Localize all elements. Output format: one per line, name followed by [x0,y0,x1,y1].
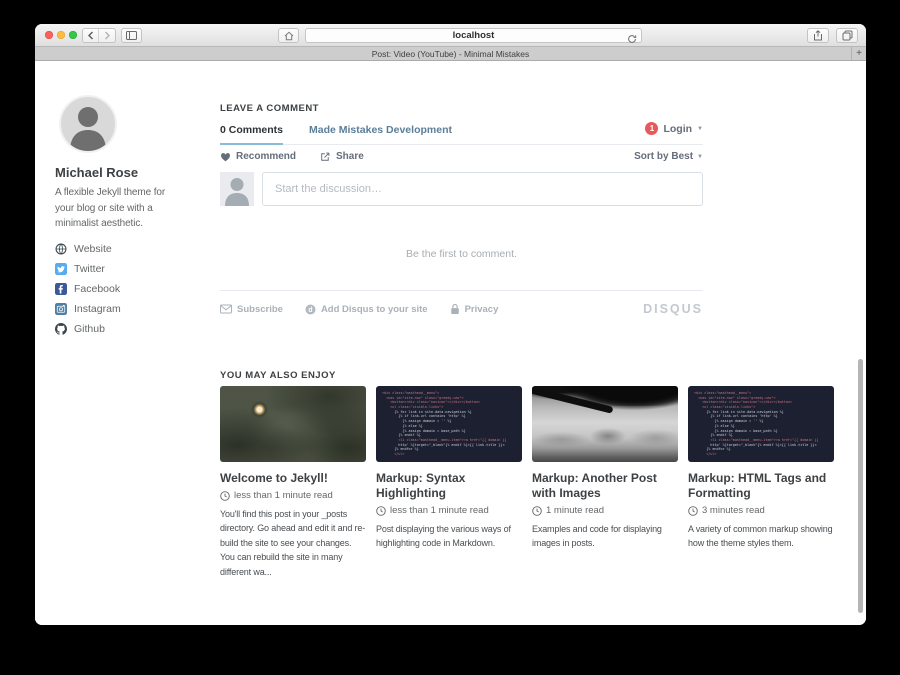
post-title[interactable]: Markup: Syntax Highlighting [376,471,522,501]
zoom-window-button[interactable] [69,31,77,39]
share-arrow-icon [320,151,331,162]
disqus-footer: Subscribe d Add Disqus to your site Priv… [220,302,703,316]
forward-button[interactable] [99,29,115,42]
envelope-icon [220,304,232,314]
share-icon [813,30,823,41]
twitter-icon [55,263,67,275]
post-title[interactable]: Welcome to Jekyll! [220,471,366,486]
post-title[interactable]: Markup: HTML Tags and Formatting [688,471,834,501]
author-name: Michael Rose [55,165,138,180]
new-tab-button[interactable]: + [851,47,866,60]
sidebar-item-facebook[interactable]: Facebook [55,279,121,299]
sidebar-icon [126,31,137,40]
address-bar[interactable]: localhost [305,28,642,43]
sidebar-item-instagram[interactable]: Instagram [55,299,121,319]
post-thumbnail-foggy-tree [532,386,678,462]
home-icon [284,31,294,41]
close-window-button[interactable] [45,31,53,39]
clock-icon [688,506,698,516]
scrollbar-thumb[interactable] [858,359,863,613]
disqus-header: 0 Comments Made Mistakes Development 1 L… [220,124,703,145]
globe-icon [55,243,67,255]
sidebar-item-website[interactable]: Website [55,239,121,259]
chevron-right-icon [103,31,111,40]
related-post-card[interactable]: <div class="masthead__menu"> <nav id="si… [688,386,834,579]
facebook-icon [55,283,67,295]
author-bio: A flexible Jekyll theme for your blog or… [55,185,179,232]
post-thumbnail-code-screenshot: <div class="masthead__menu"> <nav id="si… [376,386,522,462]
post-excerpt: Examples and code for displaying images … [532,522,678,551]
sidebar-item-github[interactable]: Github [55,319,121,339]
tab-overview-button[interactable] [836,28,858,43]
post-excerpt: A variety of common markup showing how t… [688,522,834,551]
read-time: 1 minute read [532,505,678,516]
clock-icon [532,506,542,516]
chevron-down-icon: ▼ [697,126,703,132]
sort-menu[interactable]: Sort by Best ▼ [634,151,703,162]
related-posts-grid: Welcome to Jekyll! less than 1 minute re… [220,386,834,579]
read-time: less than 1 minute read [220,490,366,501]
instagram-icon [55,303,67,315]
browser-toolbar: localhost [35,24,866,47]
community-link[interactable]: Made Mistakes Development [309,124,452,136]
browser-window: localhost Post: Video (YouTube) - Minima… [35,24,866,625]
you-may-also-enjoy-heading: YOU MAY ALSO ENJOY [220,370,336,381]
read-time: 3 minutes read [688,505,834,516]
back-button[interactable] [83,29,99,42]
comment-composer [220,172,703,206]
url-text: localhost [453,30,495,41]
clock-icon [376,506,386,516]
add-disqus-link[interactable]: d Add Disqus to your site [305,304,428,315]
page-content: Michael Rose A flexible Jekyll theme for… [35,62,866,625]
post-excerpt: You'll find this post in your _posts dir… [220,507,366,579]
leave-a-comment-heading: LEAVE A COMMENT [220,103,319,114]
post-excerpt: Post displaying the various ways of high… [376,522,522,551]
chevron-left-icon [87,31,95,40]
tab-comment-count[interactable]: 0 Comments [220,124,283,136]
clock-icon [220,491,230,501]
related-post-card[interactable]: Welcome to Jekyll! less than 1 minute re… [220,386,366,579]
history-nav-group [82,28,116,43]
divider [220,290,703,291]
disqus-d-icon: d [305,304,316,315]
share-button[interactable] [807,28,829,43]
heart-icon [220,152,231,162]
post-thumbnail-green-macro [220,386,366,462]
person-silhouette-icon [61,97,115,151]
reload-icon [627,34,637,44]
author-avatar [59,95,117,153]
home-button[interactable] [278,28,299,43]
composer-avatar [220,172,254,206]
post-title[interactable]: Markup: Another Post with Images [532,471,678,501]
recommend-button[interactable]: Recommend [220,151,296,162]
minimize-window-button[interactable] [57,31,65,39]
empty-state-text: Be the first to comment. [220,248,703,260]
sidebar-toggle-button[interactable] [121,28,142,43]
read-time: less than 1 minute read [376,505,522,516]
tab-bar: Post: Video (YouTube) - Minimal Mistakes… [35,47,866,61]
github-icon [55,323,67,335]
disqus-logo[interactable]: DISQUS [643,302,703,316]
post-thumbnail-code-screenshot: <div class="masthead__menu"> <nav id="si… [688,386,834,462]
disqus-actions: Recommend Share Sort by Best ▼ [220,151,703,162]
subscribe-link[interactable]: Subscribe [220,304,283,315]
related-post-card[interactable]: <div class="masthead__menu"> <nav id="si… [376,386,522,579]
lock-icon [450,303,460,315]
comment-input[interactable] [262,172,703,206]
author-links: Website Twitter Facebook Instagram Githu… [55,239,121,339]
sidebar-item-twitter[interactable]: Twitter [55,259,121,279]
privacy-link[interactable]: Privacy [450,303,499,315]
related-post-card[interactable]: Markup: Another Post with Images 1 minut… [532,386,678,579]
notification-badge: 1 [645,122,658,135]
chevron-down-icon: ▼ [697,154,703,160]
svg-text:d: d [308,306,312,313]
person-silhouette-icon [220,172,254,206]
login-menu[interactable]: 1 Login ▼ [645,122,703,135]
active-tab[interactable]: Post: Video (YouTube) - Minimal Mistakes [372,49,529,59]
share-comments-button[interactable]: Share [320,151,364,162]
tabs-icon [842,30,853,41]
